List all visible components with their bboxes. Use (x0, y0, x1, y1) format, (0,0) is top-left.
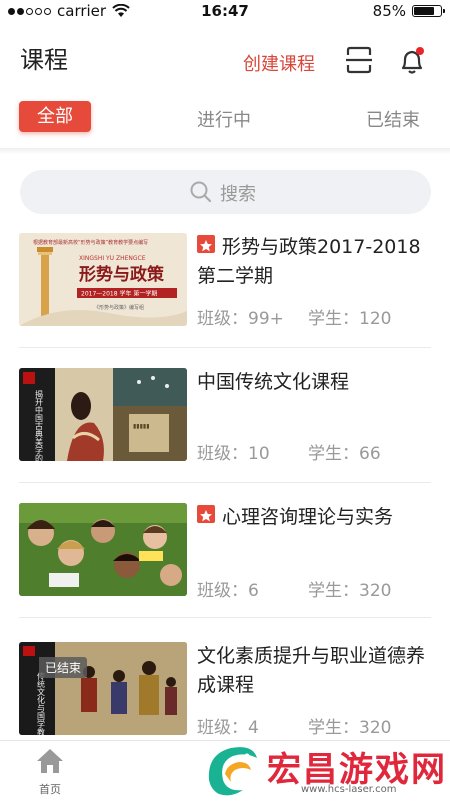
battery-icon (412, 5, 445, 17)
battery-group: 85% (372, 2, 445, 20)
class-label: 班级： (197, 309, 248, 329)
divider (19, 482, 431, 483)
student-value: 320 (359, 581, 392, 601)
filter-tabs: 全部 进行中 已结束 (0, 96, 450, 146)
course-title-text: 形势与政策2017-2018第二学期 (197, 236, 421, 287)
status-bar: carrier 16:47 85% (0, 0, 450, 24)
home-icon (37, 749, 63, 773)
course-item[interactable]: 心理咨询理论与实务 班级：6 学生：320 (0, 503, 450, 638)
cover-top-text: 根据教育部最新高校“形势与政策”教育教学要点编写 (33, 239, 148, 246)
tabs-divider (0, 148, 450, 154)
course-title: 心理咨询理论与实务 (197, 503, 432, 532)
star-icon (197, 505, 215, 523)
class-value: 99+ (248, 309, 284, 329)
tab-in-progress[interactable]: 进行中 (197, 106, 251, 132)
student-count: 学生：66 (308, 439, 381, 464)
student-count: 学生：320 (308, 576, 391, 601)
app-header: 课程 创建课程 (0, 30, 450, 90)
class-count: 班级：4 (197, 713, 259, 738)
battery-percent: 85% (372, 2, 406, 20)
course-item[interactable]: 揭开中国古典美学的帷幕 ▮▮▮▮▮ 中国传统文化课程 班级：10 学生：66 (0, 368, 450, 503)
nav-home-label: 首页 (39, 783, 61, 796)
class-label: 班级： (197, 581, 248, 601)
class-count: 班级：99+ (197, 304, 284, 329)
student-label: 学生： (308, 444, 359, 464)
search-input[interactable]: 搜索 (20, 170, 431, 214)
tab-ended[interactable]: 已结束 (366, 106, 420, 132)
course-title: 形势与政策2017-2018第二学期 (197, 233, 432, 291)
student-value: 320 (359, 718, 392, 738)
course-title: 文化素质提升与职业道德养成课程 (197, 642, 432, 700)
course-cover-image: 揭开中国古典美学的帷幕 ▮▮▮▮▮ (19, 368, 187, 461)
watermark-url: www.hcs-laser.com (301, 784, 397, 795)
cover-vertical-text: 传统文化与国学教育 (37, 671, 46, 735)
student-count: 学生：320 (308, 713, 391, 738)
cover-vertical-text: 揭开中国古典美学的帷幕 (35, 389, 44, 461)
cover-title: 形势与政策 (79, 264, 165, 285)
course-cover-image: 根据教育部最新高校“形势与政策”教育教学要点编写 XINGSHI YU ZHEN… (19, 233, 187, 326)
cover-pinyin: XINGSHI YU ZHENGCE (79, 255, 146, 262)
create-course-button[interactable]: 创建课程 (243, 50, 315, 76)
student-label: 学生： (308, 581, 359, 601)
class-value: 10 (248, 444, 270, 464)
search-placeholder: 搜索 (220, 184, 256, 205)
class-label: 班级： (197, 444, 248, 464)
course-title-text: 文化素质提升与职业道德养成课程 (197, 645, 426, 696)
scan-icon[interactable] (346, 46, 372, 74)
student-value: 120 (359, 309, 392, 329)
cover-sub: 《形势与政策》编写组 (94, 304, 144, 311)
student-value: 66 (359, 444, 381, 464)
search-icon (190, 181, 212, 203)
student-label: 学生： (308, 718, 359, 738)
nav-home[interactable]: 首页 (30, 747, 70, 797)
tab-all[interactable]: 全部 (19, 101, 91, 132)
student-count: 学生：120 (308, 304, 391, 329)
course-cover-image: 传统文化与国学教育 已结束 (19, 642, 187, 735)
class-value: 6 (248, 581, 259, 601)
watermark-logo: 宏昌游戏网 www.hcs-laser.com (195, 738, 450, 800)
course-title-text: 中国传统文化课程 (197, 371, 350, 393)
svg-text:▮▮▮▮▮: ▮▮▮▮▮ (133, 423, 150, 430)
divider (19, 617, 431, 618)
divider (19, 347, 431, 348)
class-count: 班级：10 (197, 439, 270, 464)
star-icon (197, 235, 215, 253)
class-label: 班级： (197, 718, 248, 738)
cover-band: 2017—2018 学年 第一学期 (81, 290, 157, 298)
student-label: 学生： (308, 309, 359, 329)
course-title: 中国传统文化课程 (197, 368, 432, 397)
notification-bell-icon[interactable] (398, 46, 426, 76)
ended-badge: 已结束 (39, 657, 88, 678)
course-item[interactable]: 根据教育部最新高校“形势与政策”教育教学要点编写 XINGSHI YU ZHEN… (0, 233, 450, 368)
page-title: 课程 (20, 46, 68, 74)
course-title-text: 心理咨询理论与实务 (222, 506, 394, 528)
course-cover-image (19, 503, 187, 596)
class-count: 班级：6 (197, 576, 259, 601)
class-value: 4 (248, 718, 259, 738)
dragon-logo-icon (208, 747, 257, 796)
